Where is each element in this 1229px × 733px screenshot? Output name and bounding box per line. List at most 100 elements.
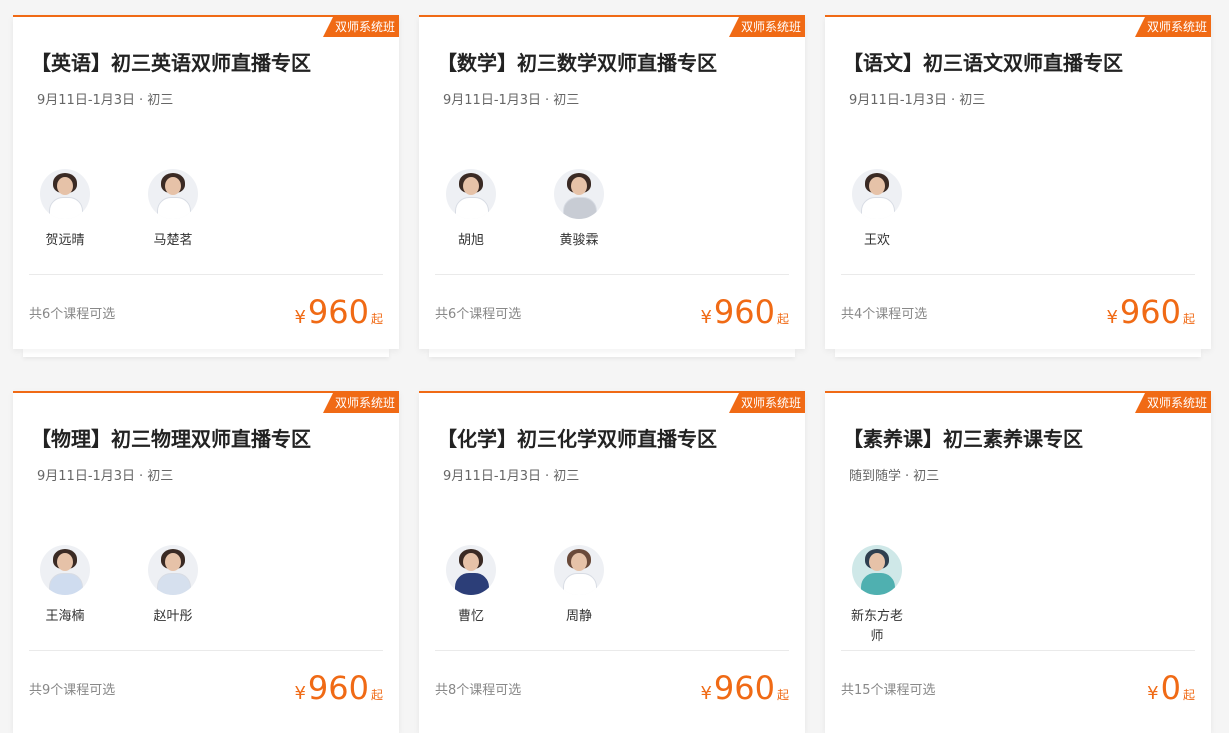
course-count: 共15个课程可选 <box>841 683 936 698</box>
teacher-item[interactable]: 王海楠 <box>35 545 95 627</box>
price-suffix: 起 <box>776 688 789 702</box>
teacher-avatar[interactable] <box>40 169 90 219</box>
class-type-badge: 双师系统班 <box>728 17 805 37</box>
price-amount: 960 <box>713 293 775 331</box>
divider <box>435 274 789 275</box>
course-card-chemistry[interactable]: 双师系统班 【化学】初三化学双师直播专区 9月11日-1月3日 · 初三 曹忆 周静… <box>419 391 805 733</box>
card-meta: 随到随学 · 初三 <box>849 465 939 484</box>
teacher-avatar[interactable] <box>148 545 198 595</box>
grade-label: 初三 <box>553 469 580 484</box>
teacher-item[interactable]: 黄骏霖 <box>549 169 609 251</box>
price: ¥960 起 <box>294 293 383 331</box>
card-meta: 9月11日-1月3日 · 初三 <box>443 465 579 484</box>
teacher-avatar[interactable] <box>446 545 496 595</box>
teacher-item[interactable]: 周静 <box>549 545 609 627</box>
teacher-name: 赵叶彤 <box>153 609 193 624</box>
price-suffix: 起 <box>370 688 383 702</box>
currency-symbol: ¥ <box>294 307 306 328</box>
price-amount: 0 <box>1160 669 1181 707</box>
teacher-item[interactable]: 王欢 <box>847 169 907 251</box>
grade-label: 初三 <box>147 469 174 484</box>
teacher-item[interactable]: 新东方老师 <box>847 545 907 647</box>
teacher-name: 王欢 <box>863 233 890 248</box>
course-card-literacy[interactable]: 双师系统班 【素养课】初三素养课专区 随到随学 · 初三 新东方老师 共15个课程可… <box>825 391 1211 733</box>
teacher-avatar[interactable] <box>554 545 604 595</box>
meta-separator: · <box>951 93 956 108</box>
price-amount: 960 <box>307 293 369 331</box>
card-title[interactable]: 【物理】初三物理双师直播专区 <box>31 423 311 452</box>
price: ¥0 起 <box>1147 669 1195 707</box>
course-count: 共6个课程可选 <box>29 307 116 322</box>
teacher-list: 王欢 <box>847 169 955 251</box>
course-card-math[interactable]: 双师系统班 【数学】初三数学双师直播专区 9月11日-1月3日 · 初三 胡旭 黄骏… <box>419 15 805 357</box>
teacher-item[interactable]: 贺远晴 <box>35 169 95 251</box>
teacher-list: 曹忆 周静 <box>441 545 657 627</box>
card-title[interactable]: 【数学】初三数学双师直播专区 <box>437 47 717 76</box>
teacher-list: 胡旭 黄骏霖 <box>441 169 657 251</box>
course-count: 共4个课程可选 <box>841 307 928 322</box>
divider <box>841 650 1195 651</box>
teacher-list: 贺远晴 马楚茗 <box>35 169 251 251</box>
date-range: 9月11日-1月3日 <box>37 93 136 108</box>
divider <box>29 650 383 651</box>
price-suffix: 起 <box>1182 688 1195 702</box>
teacher-avatar[interactable] <box>554 169 604 219</box>
divider <box>29 274 383 275</box>
teacher-name: 贺远晴 <box>45 233 85 248</box>
class-type-badge: 双师系统班 <box>1134 393 1211 413</box>
course-card-english[interactable]: 双师系统班 【英语】初三英语双师直播专区 9月11日-1月3日 · 初三 贺远晴 马… <box>13 15 399 357</box>
currency-symbol: ¥ <box>294 683 306 704</box>
grade-label: 初三 <box>553 93 580 108</box>
course-card-physics[interactable]: 双师系统班 【物理】初三物理双师直播专区 9月11日-1月3日 · 初三 王海楠 赵… <box>13 391 399 733</box>
card-stack-shadow <box>429 349 795 357</box>
date-range: 9月11日-1月3日 <box>443 469 542 484</box>
date-range: 9月11日-1月3日 <box>849 93 948 108</box>
teacher-avatar[interactable] <box>40 545 90 595</box>
card-title[interactable]: 【化学】初三化学双师直播专区 <box>437 423 717 452</box>
currency-symbol: ¥ <box>1147 683 1159 704</box>
date-range: 9月11日-1月3日 <box>37 469 136 484</box>
card-stack-shadow <box>835 349 1201 357</box>
teacher-item[interactable]: 马楚茗 <box>143 169 203 251</box>
currency-symbol: ¥ <box>1106 307 1118 328</box>
price: ¥960 起 <box>700 293 789 331</box>
price-suffix: 起 <box>370 312 383 326</box>
divider <box>435 650 789 651</box>
card-title[interactable]: 【语文】初三语文双师直播专区 <box>843 47 1123 76</box>
class-type-badge: 双师系统班 <box>322 17 399 37</box>
teacher-avatar[interactable] <box>852 169 902 219</box>
teacher-name: 王海楠 <box>45 609 85 624</box>
card-title[interactable]: 【英语】初三英语双师直播专区 <box>31 47 311 76</box>
teacher-avatar[interactable] <box>446 169 496 219</box>
teacher-item[interactable]: 曹忆 <box>441 545 501 627</box>
price-suffix: 起 <box>776 312 789 326</box>
grade-label: 初三 <box>913 469 940 484</box>
currency-symbol: ¥ <box>700 683 712 704</box>
teacher-name: 胡旭 <box>457 233 484 248</box>
meta-separator: · <box>545 469 550 484</box>
class-type-badge: 双师系统班 <box>728 393 805 413</box>
teacher-name: 新东方老师 <box>850 609 903 644</box>
price: ¥960 起 <box>294 669 383 707</box>
course-count: 共9个课程可选 <box>29 683 116 698</box>
date-range: 9月11日-1月3日 <box>443 93 542 108</box>
meta-separator: · <box>139 93 144 108</box>
teacher-item[interactable]: 赵叶彤 <box>143 545 203 627</box>
teacher-avatar[interactable] <box>148 169 198 219</box>
teacher-list: 王海楠 赵叶彤 <box>35 545 251 627</box>
teacher-name: 马楚茗 <box>153 233 193 248</box>
teacher-name: 曹忆 <box>457 609 484 624</box>
class-type-badge: 双师系统班 <box>322 393 399 413</box>
price-amount: 960 <box>1119 293 1181 331</box>
teacher-item[interactable]: 胡旭 <box>441 169 501 251</box>
course-count: 共8个课程可选 <box>435 683 522 698</box>
card-meta: 9月11日-1月3日 · 初三 <box>443 89 579 108</box>
teacher-avatar[interactable] <box>852 545 902 595</box>
teacher-list: 新东方老师 <box>847 545 955 647</box>
teacher-name: 周静 <box>565 609 592 624</box>
course-card-chinese[interactable]: 双师系统班 【语文】初三语文双师直播专区 9月11日-1月3日 · 初三 王欢 共4… <box>825 15 1211 357</box>
grade-label: 初三 <box>959 93 986 108</box>
currency-symbol: ¥ <box>700 307 712 328</box>
card-title[interactable]: 【素养课】初三素养课专区 <box>843 423 1083 452</box>
course-count: 共6个课程可选 <box>435 307 522 322</box>
